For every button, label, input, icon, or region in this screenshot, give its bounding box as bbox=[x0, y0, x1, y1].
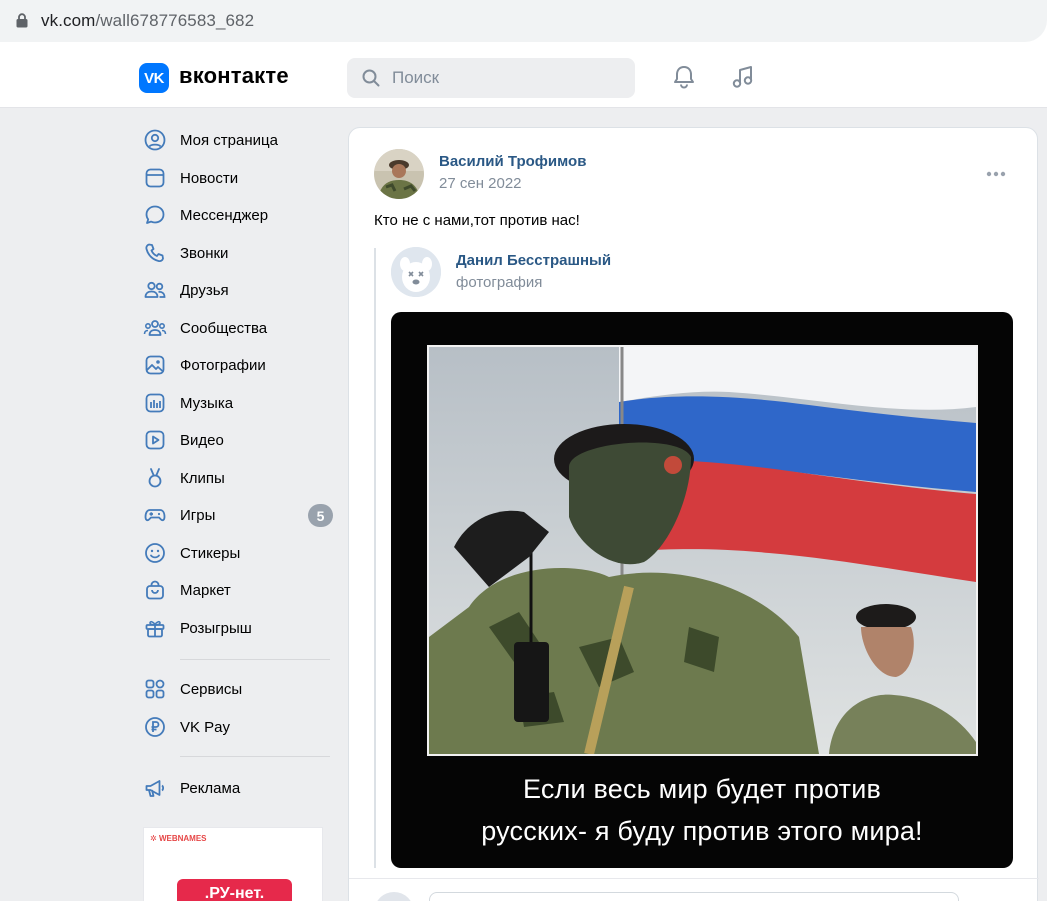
url-field[interactable]: vk.com/wall678776583_682 bbox=[0, 0, 1047, 42]
games-badge: 5 bbox=[308, 504, 333, 527]
nav-label: Игры bbox=[180, 506, 216, 524]
post-text: Кто не с нами,тот против нас! bbox=[374, 212, 580, 229]
post-photo[interactable]: Если весь мир будет против русских- я бу… bbox=[391, 312, 1013, 868]
nav-item-friends[interactable]: Друзья bbox=[140, 273, 335, 307]
nav-item-vk-pay[interactable]: VK Pay bbox=[140, 710, 335, 744]
nav-item-services[interactable]: Сервисы bbox=[140, 672, 335, 706]
post-footer-divider bbox=[349, 878, 1039, 879]
nav-label: VK Pay bbox=[180, 718, 231, 736]
nav-item-stickers[interactable]: Стикеры bbox=[140, 536, 335, 570]
nav-label: Стикеры bbox=[180, 544, 241, 562]
nav-label: Реклама bbox=[180, 779, 241, 797]
author-avatar[interactable] bbox=[374, 149, 424, 199]
comment-input[interactable] bbox=[429, 892, 959, 901]
nav-item-games[interactable]: Игры 5 bbox=[140, 498, 335, 532]
url-domain: vk.com bbox=[41, 11, 96, 30]
photo-icon bbox=[145, 355, 165, 375]
music-note-icon[interactable] bbox=[729, 63, 757, 91]
nav-item-news[interactable]: Новости bbox=[140, 161, 335, 195]
nav-label: Новости bbox=[180, 169, 239, 187]
photo-caption-line2: русских- я буду против этого мира! bbox=[481, 816, 923, 846]
message-bubble-icon bbox=[145, 205, 165, 224]
post-card: Василий Трофимов 27 сен 2022 Кто не с на… bbox=[348, 127, 1039, 901]
nav-label: Мессенджер bbox=[180, 206, 269, 224]
post-author[interactable]: Василий Трофимов bbox=[439, 153, 586, 170]
nav-item-calls[interactable]: Звонки bbox=[140, 236, 335, 270]
search-box[interactable] bbox=[347, 58, 635, 98]
nav-item-messenger[interactable]: Мессенджер bbox=[140, 198, 335, 232]
ad-banner[interactable]: ✲ WEBNAMES .РУ-нет. bbox=[143, 827, 323, 901]
nav-divider bbox=[180, 756, 330, 757]
post-date[interactable]: 27 сен 2022 bbox=[439, 175, 522, 192]
repost-indicator-line bbox=[374, 248, 376, 868]
photo-frame bbox=[427, 345, 978, 756]
repost-subtitle: фотография bbox=[456, 274, 543, 291]
nav-label: Сервисы bbox=[180, 680, 243, 698]
nav-item-video[interactable]: Видео bbox=[140, 423, 335, 457]
nav-label: Клипы bbox=[180, 469, 225, 487]
user-circle-icon bbox=[144, 129, 166, 151]
nav-item-ads[interactable]: Реклама bbox=[140, 771, 335, 805]
gamepad-icon bbox=[144, 509, 166, 522]
nav-label: Маркет bbox=[180, 581, 231, 599]
browser-address-bar: vk.com/wall678776583_682 bbox=[0, 0, 1047, 46]
ad-button[interactable]: .РУ-нет. bbox=[177, 879, 292, 901]
friends-icon bbox=[144, 281, 166, 298]
gift-icon bbox=[145, 620, 165, 638]
nav-item-communities[interactable]: Сообщества bbox=[140, 311, 335, 345]
nav-label: Друзья bbox=[180, 281, 229, 299]
communities-icon bbox=[143, 320, 167, 336]
ruble-icon bbox=[145, 717, 165, 737]
nav-label: Розыгрыш bbox=[180, 619, 252, 637]
nav-item-clips[interactable]: Клипы bbox=[140, 461, 335, 495]
bag-icon bbox=[146, 580, 164, 600]
logo-mark: VK bbox=[144, 69, 164, 87]
more-options-icon[interactable] bbox=[985, 164, 1007, 184]
nav-label: Фотографии bbox=[180, 356, 266, 374]
bell-icon[interactable] bbox=[670, 63, 698, 91]
megaphone-icon bbox=[145, 780, 165, 797]
nav-item-market[interactable]: Маркет bbox=[140, 573, 335, 607]
vk-logo-text[interactable]: вконтакте bbox=[179, 63, 289, 89]
music-icon bbox=[145, 393, 165, 413]
vk-header: VK вконтакте bbox=[0, 46, 1047, 108]
smile-icon bbox=[145, 543, 165, 563]
default-dog-avatar-icon bbox=[391, 247, 441, 297]
nav-item-photos[interactable]: Фотографии bbox=[140, 348, 335, 382]
ad-brand-logo: ✲ WEBNAMES bbox=[150, 834, 207, 843]
nav-item-my-page[interactable]: Моя страница bbox=[140, 123, 335, 157]
vk-logo-icon[interactable]: VK bbox=[139, 63, 169, 93]
nav-item-music[interactable]: Музыка bbox=[140, 386, 335, 420]
search-input[interactable] bbox=[392, 66, 622, 90]
nav-label: Моя страница bbox=[180, 131, 278, 149]
nav-label: Видео bbox=[180, 431, 224, 449]
lock-icon bbox=[16, 13, 28, 28]
phone-icon bbox=[145, 243, 164, 263]
repost-author-avatar[interactable] bbox=[391, 247, 441, 297]
grid-icon bbox=[145, 679, 165, 699]
photo-caption-line1: Если весь мир будет против bbox=[522, 774, 882, 804]
ad-brand: WEBNAMES bbox=[158, 834, 207, 843]
nav-label: Музыка bbox=[180, 394, 234, 412]
commenter-avatar bbox=[374, 892, 414, 901]
repost-author[interactable]: Данил Бесстрашный bbox=[456, 252, 611, 269]
nav-divider bbox=[180, 659, 330, 660]
url-text: vk.com/wall678776583_682 bbox=[41, 11, 254, 31]
soldier-avatar-image bbox=[374, 149, 424, 199]
nav-label: Сообщества bbox=[180, 319, 268, 337]
newsfeed-icon bbox=[145, 168, 165, 188]
clips-icon bbox=[148, 468, 162, 488]
video-icon bbox=[145, 430, 165, 450]
soldier-flag-image bbox=[429, 347, 976, 756]
url-path: /wall678776583_682 bbox=[95, 11, 255, 30]
search-icon bbox=[362, 69, 380, 87]
nav-item-giveaway[interactable]: Розыгрыш bbox=[140, 611, 335, 645]
nav-label: Звонки bbox=[180, 244, 229, 262]
